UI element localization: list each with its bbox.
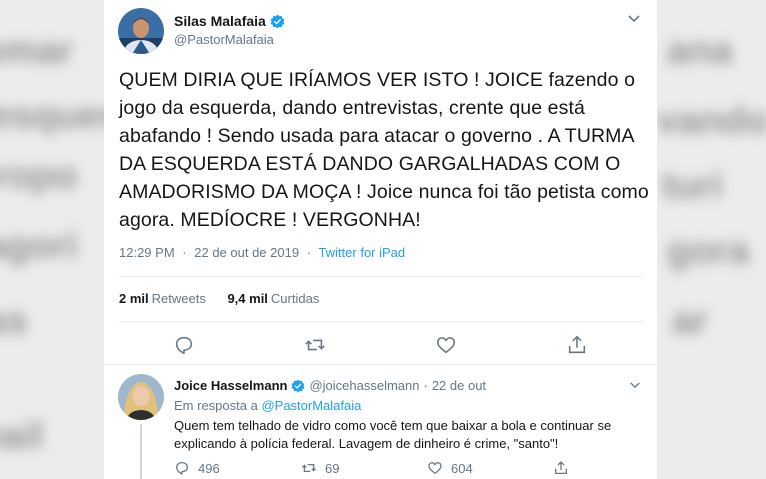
author-avatar[interactable] [118,8,164,54]
tweet-time[interactable]: 12:29 PM [119,245,175,260]
share-icon [555,461,567,474]
tweet-card: Silas Malafaia @PastorMalafaia QUEM DIRI… [104,0,657,479]
reply-reply-button[interactable]: 496 [174,460,220,476]
tweet-text: QUEM DIRIA QUE IRÍAMOS VER ISTO ! JOICE … [119,69,649,231]
reply-retweet-button[interactable]: 69 [301,460,339,476]
like-icon[interactable] [435,334,457,356]
reply-icon[interactable] [173,334,195,356]
reply-prefix: Em resposta a [174,398,258,413]
tweet-actions [104,334,657,356]
reply-like-button[interactable]: 604 [427,460,473,476]
reply-header: Joice Hasselmann @joicehasselmann · 22 d… [174,378,486,393]
verified-badge-icon [270,14,285,28]
meta-separator: · [306,245,312,260]
author-name[interactable]: Silas Malafaia [174,13,266,29]
reply-time[interactable]: 22 de out [432,378,486,393]
retweet-icon [301,464,317,472]
reply-mention-link[interactable]: @PastorMalafaia [261,398,361,413]
reply-author-avatar[interactable] [118,374,164,420]
reply-count: 496 [198,460,220,476]
meta-separator: · [182,245,187,260]
reply-author-handle[interactable]: @joicehasselmann [309,378,419,393]
retweet-icon[interactable] [304,334,326,356]
chevron-down-icon[interactable] [629,381,641,390]
share-icon[interactable] [566,334,588,356]
tweet-source-link[interactable]: Twitter for iPad [318,245,405,260]
reply-author-name[interactable]: Joice Hasselmann [174,378,287,393]
divider [119,276,642,277]
tweet-metadata: 12:29 PM · 22 de out de 2019 · Twitter f… [119,245,405,260]
tweet-date[interactable]: 22 de out de 2019 [194,245,299,260]
verified-badge-icon [291,379,305,392]
tweet-stats: 2 mil Retweets 9,4 mil Curtidas [119,291,337,306]
reply-text: Quem tem telhado de vidro como você tem … [174,418,612,451]
thread-line [140,424,142,479]
author-handle[interactable]: @PastorMalafaia [174,32,274,47]
reply-separator: · [423,378,428,393]
reply-icon [176,462,188,475]
blurred-background-left: omar esquer oropo agori ias eail [0,0,104,479]
retweets-stat[interactable]: 2 mil Retweets [119,291,206,306]
divider [104,364,657,365]
reply-context: Em resposta a @PastorMalafaia [174,398,361,413]
retweet-count: 69 [325,460,340,476]
blurred-background-right: ana vando turi gora ar [657,0,766,479]
likes-stat[interactable]: 9,4 mil Curtidas [227,291,319,306]
chevron-down-icon[interactable] [627,14,641,24]
like-icon [428,462,442,474]
reply-actions: 496 69 604 [174,460,654,478]
reply-share-button[interactable] [553,460,577,476]
like-count: 604 [451,460,473,476]
divider [119,321,642,322]
